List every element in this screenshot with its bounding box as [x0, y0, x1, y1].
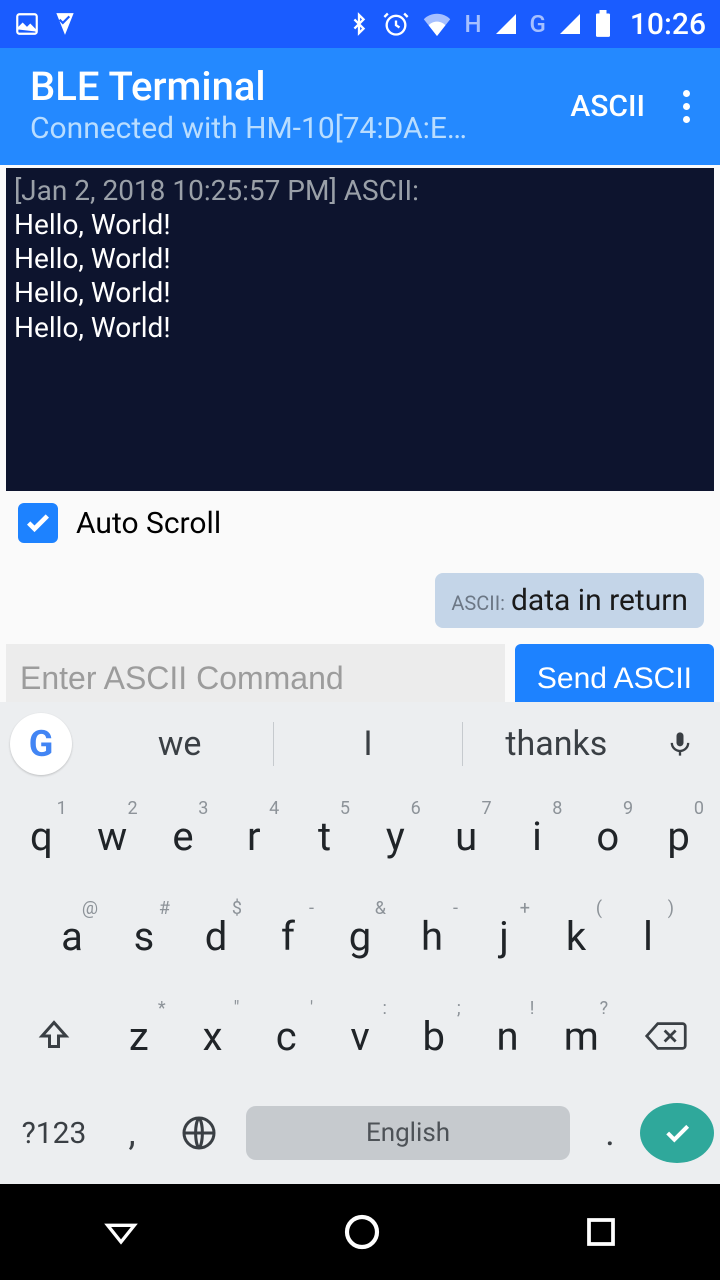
- android-nav-bar: [0, 1184, 720, 1280]
- comma-key[interactable]: ,: [102, 1096, 162, 1170]
- sent-message-bubble[interactable]: ASCII: data in return: [435, 573, 704, 628]
- app-title: BLE Terminal: [30, 65, 558, 109]
- key-z[interactable]: z*: [104, 994, 174, 1078]
- status-time: 10:26: [630, 7, 706, 42]
- keyboard: G we I thanks q1w2e3r4t5y6u7i8o9p0 a@s#d…: [0, 702, 720, 1184]
- suggestion[interactable]: I: [274, 724, 461, 764]
- wifi-icon: [422, 12, 452, 36]
- key-f[interactable]: f-: [254, 894, 322, 978]
- auto-scroll-label: Auto Scroll: [76, 506, 221, 541]
- google-icon[interactable]: G: [10, 713, 72, 775]
- home-button[interactable]: [342, 1212, 382, 1252]
- key-g[interactable]: g&: [326, 894, 394, 978]
- shift-key[interactable]: [6, 994, 102, 1078]
- backspace-key[interactable]: [618, 994, 714, 1078]
- overflow-menu-icon[interactable]: [673, 80, 700, 133]
- signal-icon-2: [558, 12, 582, 36]
- globe-key[interactable]: [162, 1096, 236, 1170]
- symbols-key[interactable]: ?123: [6, 1096, 102, 1170]
- key-k[interactable]: k(: [542, 894, 610, 978]
- key-m[interactable]: m?: [546, 994, 616, 1078]
- terminal-line: Hello, World!: [14, 208, 706, 242]
- key-i[interactable]: i8: [504, 794, 571, 878]
- back-button[interactable]: [101, 1212, 141, 1252]
- app-subtitle: Connected with HM-10[74:DA:E…: [30, 109, 558, 148]
- key-q[interactable]: q1: [8, 794, 75, 878]
- network-h-label: H: [464, 10, 481, 38]
- key-x[interactable]: x": [178, 994, 248, 1078]
- key-j[interactable]: j+: [470, 894, 538, 978]
- signal-icon: [494, 12, 518, 36]
- auto-scroll-checkbox[interactable]: [18, 503, 58, 543]
- key-b[interactable]: b;: [399, 994, 469, 1078]
- mode-button[interactable]: ASCII: [570, 89, 645, 124]
- terminal-line: Hello, World!: [14, 311, 706, 345]
- key-p[interactable]: p0: [645, 794, 712, 878]
- mic-icon[interactable]: [650, 726, 710, 762]
- period-key[interactable]: .: [580, 1096, 640, 1170]
- key-h[interactable]: h-: [398, 894, 466, 978]
- auto-scroll-row: Auto Scroll: [0, 491, 720, 549]
- battery-icon: [594, 10, 612, 38]
- key-v[interactable]: v:: [325, 994, 395, 1078]
- status-bar: H G 10:26: [0, 0, 720, 48]
- key-t[interactable]: t5: [291, 794, 358, 878]
- key-r[interactable]: r4: [220, 794, 287, 878]
- suggestion-row: G we I thanks: [0, 702, 720, 786]
- terminal-line: Hello, World!: [14, 242, 706, 276]
- terminal-line: Hello, World!: [14, 276, 706, 310]
- spacebar[interactable]: English: [246, 1106, 570, 1160]
- app-bar: BLE Terminal Connected with HM-10[74:DA:…: [0, 48, 720, 165]
- key-a[interactable]: a@: [38, 894, 106, 978]
- key-l[interactable]: l): [614, 894, 682, 978]
- key-o[interactable]: o9: [574, 794, 641, 878]
- recents-button[interactable]: [583, 1214, 619, 1250]
- key-c[interactable]: c': [251, 994, 321, 1078]
- enter-key[interactable]: [640, 1103, 714, 1163]
- sent-message-row: ASCII: data in return: [0, 549, 720, 636]
- bubble-prefix: ASCII:: [451, 591, 505, 615]
- alarm-icon: [382, 10, 410, 38]
- image-icon: [14, 11, 40, 37]
- terminal-output[interactable]: [Jan 2, 2018 10:25:57 PM] ASCII: Hello, …: [6, 168, 714, 491]
- key-u[interactable]: u7: [433, 794, 500, 878]
- terminal-timestamp: [Jan 2, 2018 10:25:57 PM] ASCII:: [14, 174, 706, 208]
- key-e[interactable]: e3: [150, 794, 217, 878]
- network-g-label: G: [530, 10, 546, 38]
- check-app-icon: [52, 11, 78, 37]
- key-n[interactable]: n!: [473, 994, 543, 1078]
- key-w[interactable]: w2: [79, 794, 146, 878]
- key-y[interactable]: y6: [362, 794, 429, 878]
- key-d[interactable]: d$: [182, 894, 250, 978]
- bubble-text: data in return: [511, 583, 688, 618]
- suggestion[interactable]: thanks: [463, 724, 650, 764]
- key-s[interactable]: s#: [110, 894, 178, 978]
- suggestion[interactable]: we: [86, 724, 273, 764]
- bluetooth-icon: [348, 11, 370, 37]
